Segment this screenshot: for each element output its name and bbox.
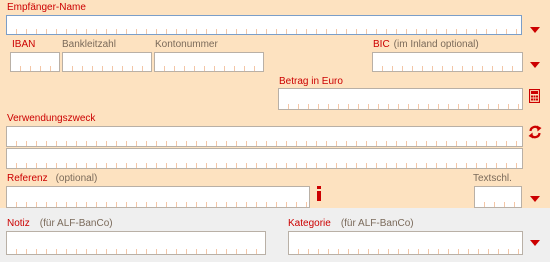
bic-input[interactable] [372,52,523,72]
calculator-icon[interactable] [528,88,541,104]
verwendungszweck-label: Verwendungszweck [7,113,96,124]
betrag-input[interactable] [278,88,523,110]
verwendungszweck-line-1-input[interactable] [6,126,523,147]
referenz-label: Referenz (optional) [7,173,98,184]
empfaenger-label: Empfänger-Name [7,2,86,13]
iban-label: IBAN [12,39,36,50]
textschl-label: Textschl. [473,173,512,184]
blz-input[interactable] [62,52,152,72]
betrag-label: Betrag in Euro [279,76,343,87]
textschl-dropdown-chevron-down-icon[interactable] [530,196,540,202]
info-icon[interactable] [315,186,323,202]
referenz-input[interactable] [6,186,310,208]
textschl-input[interactable] [474,186,522,208]
blz-label: Bankleitzahl [62,39,116,50]
kontonummer-label: Kontonummer [155,39,218,50]
kategorie-input[interactable] [288,231,523,255]
kategorie-dropdown-chevron-down-icon[interactable] [530,240,540,246]
iban-input[interactable] [10,52,60,72]
kategorie-label: Kategorie (für ALF-BanCo) [288,218,414,229]
bic-dropdown-chevron-down-icon[interactable] [530,62,540,68]
kontonummer-input[interactable] [154,52,264,72]
empfaenger-dropdown-chevron-down-icon[interactable] [530,27,540,33]
bic-label: BIC (im Inland optional) [373,39,479,50]
notiz-input[interactable] [6,231,266,255]
notiz-label: Notiz (für ALF-BanCo) [7,218,113,229]
empfaenger-input[interactable] [6,15,522,35]
refresh-icon[interactable] [528,125,542,139]
verwendungszweck-line-2-input[interactable] [6,148,523,169]
